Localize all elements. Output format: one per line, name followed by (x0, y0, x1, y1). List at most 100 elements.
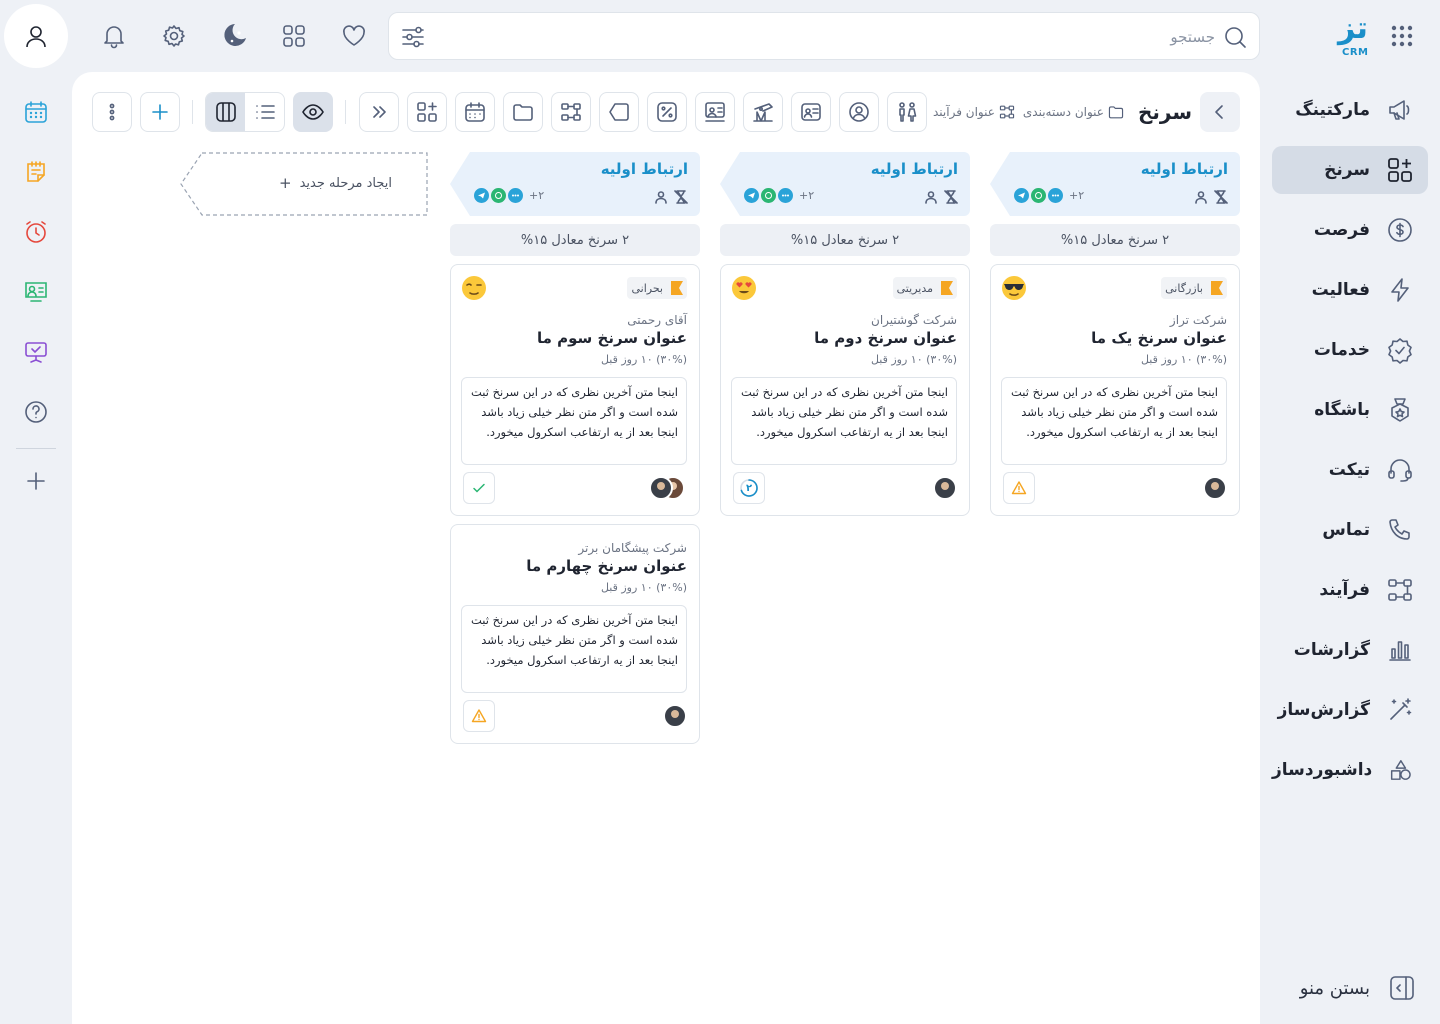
filter-sliders-icon[interactable] (399, 23, 427, 51)
theme-toggle-button[interactable] (216, 18, 252, 54)
breadcrumb-process[interactable]: عنوان فرآیند (933, 104, 1015, 120)
lead-tag-label: بازرگانی (1165, 281, 1203, 295)
lead-card[interactable]: مدیریتی شرکت گوشتیران عنوان سرنخ دوم ما … (720, 264, 970, 516)
calendar-icon (465, 102, 485, 122)
channels-more: +۲ (529, 189, 545, 202)
sidebar-item-opportunity[interactable]: فرصت (1272, 206, 1428, 254)
expand-button[interactable] (359, 92, 399, 132)
visibility-button[interactable] (293, 92, 333, 132)
club-icon (1391, 398, 1409, 422)
sidebar-item-label: خدمات (1313, 340, 1370, 360)
stage-header[interactable]: ارتباط اولیه +۲ (450, 152, 700, 216)
process-button[interactable] (551, 92, 591, 132)
sidebar-item-leads[interactable]: سرنخ (1272, 146, 1428, 194)
add-widget-button[interactable] (407, 92, 447, 132)
notes-shortcut[interactable] (16, 152, 56, 192)
widgets-button[interactable] (276, 18, 312, 54)
lead-done-button[interactable] (463, 472, 495, 504)
lead-company: آقای رحمتی (627, 313, 687, 327)
lead-last-note[interactable]: اینجا متن آخرین نظری که در این سرنخ ثبت … (461, 377, 687, 465)
id-card-button[interactable] (791, 92, 831, 132)
add-button[interactable] (140, 92, 180, 132)
sidebar-item-reports[interactable]: گزارشات (1272, 626, 1428, 674)
lead-card[interactable]: بحرانی آقای رحمتی عنوان سرنخ سوم ما (۳۰%… (450, 264, 700, 516)
process-icon (999, 105, 1015, 119)
warning-icon (471, 709, 487, 723)
kanban-view-button[interactable] (206, 93, 245, 131)
presentation-shortcut[interactable] (16, 332, 56, 372)
gender-button[interactable] (887, 92, 927, 132)
tag-button[interactable] (599, 92, 639, 132)
help-shortcut[interactable] (16, 392, 56, 432)
presentation-button[interactable] (695, 92, 735, 132)
lead-info: (۳۰%) ۱۰ روز قبل (600, 581, 687, 594)
contacts-shortcut[interactable] (16, 272, 56, 312)
toolbar: سرنخ عنوان دسته‌بندی عنوان فرآیند (92, 92, 1240, 132)
heart-icon (343, 25, 365, 46)
sidebar-item-marketing[interactable]: مارکتینگ (1272, 86, 1428, 134)
favorites-button[interactable] (336, 18, 372, 54)
lead-card[interactable]: بازرگانی شرکت تراز عنوان سرنخ یک ما (۳۰%… (990, 264, 1240, 516)
calendar-button[interactable] (455, 92, 495, 132)
discount-button[interactable] (647, 92, 687, 132)
sidebar-item-process[interactable]: فرآیند (1272, 566, 1428, 614)
lead-info: (۳۰%) ۱۰ روز قبل (870, 353, 957, 366)
sidebar-item-label: فرآیند (1319, 580, 1370, 600)
sidebar-item-services[interactable]: خدمات (1272, 326, 1428, 374)
create-stage-button[interactable]: + ایجاد مرحله جدید (180, 152, 430, 216)
telegram-icon (1014, 188, 1029, 203)
user-circle-button[interactable] (839, 92, 879, 132)
back-button[interactable] (1200, 92, 1240, 132)
toolbar-divider (192, 100, 193, 124)
lead-title: عنوان سرنخ یک ما (1091, 329, 1227, 347)
left-rail (16, 92, 56, 521)
sidebar-item-contact[interactable]: تماس (1272, 506, 1428, 554)
folder-button[interactable] (503, 92, 543, 132)
sidebar-item-club[interactable]: باشگاه (1272, 386, 1428, 434)
stage-header[interactable]: ارتباط اولیه +۲ (720, 152, 970, 216)
percent-icon (657, 102, 677, 122)
lead-last-note[interactable]: اینجا متن آخرین نظری که در این سرنخ ثبت … (1001, 377, 1227, 465)
tag-flag-icon (941, 281, 953, 295)
telegram-icon (744, 188, 759, 203)
create-stage-text: ایجاد مرحله جدید (299, 175, 392, 191)
search-icon (1225, 27, 1246, 48)
stage-column: ارتباط اولیه +۲ ۲ سرنخ معادل ۱۵% مدیریتی… (720, 152, 970, 516)
tag-shape-icon (609, 103, 629, 121)
id-card-icon (801, 103, 821, 121)
sidebar-item-label: تیکت (1328, 460, 1370, 480)
lead-warning-button[interactable] (463, 700, 495, 732)
lead-card[interactable]: شرکت پیشگامان برتر عنوان سرنخ چهارم ما (… (450, 524, 700, 744)
list-view-button[interactable] (245, 93, 284, 131)
sidebar-item-dashboard-builder[interactable]: داشبوردساز (1272, 746, 1428, 794)
stage-title: ارتباط اولیه (600, 160, 688, 178)
search-input[interactable] (475, 23, 1215, 51)
sidebar-item-report-builder[interactable]: گزارش‌ساز (1272, 686, 1428, 734)
sidebar-item-activity[interactable]: فعالیت (1272, 266, 1428, 314)
add-shortcut-button[interactable] (16, 461, 56, 501)
sidebar-nav: مارکتینگ سرنخ فرصت فعالیت خدمات باشگاه ت… (1272, 86, 1428, 806)
lead-company: شرکت پیشگامان برتر (578, 541, 687, 555)
profile-button[interactable] (4, 4, 68, 68)
notifications-button[interactable] (96, 18, 132, 54)
more-vertical-icon (109, 103, 115, 121)
close-menu-button[interactable]: بستن منو (1300, 974, 1416, 1002)
industry-button[interactable] (743, 92, 783, 132)
lead-timer-button[interactable]: ۲ (733, 472, 765, 504)
tag-flag-icon (1211, 281, 1223, 295)
breadcrumb-category[interactable]: عنوان دسته‌بندی (1023, 104, 1124, 120)
double-chevron-right-icon (373, 106, 386, 118)
warning-icon (1011, 481, 1027, 495)
timer-shortcut[interactable] (16, 212, 56, 252)
sidebar-item-ticket[interactable]: تیکت (1272, 446, 1428, 494)
lead-last-note[interactable]: اینجا متن آخرین نظری که در این سرنخ ثبت … (731, 377, 957, 465)
settings-button[interactable] (156, 18, 192, 54)
stage-header[interactable]: ارتباط اولیه +۲ (990, 152, 1240, 216)
more-options-button[interactable] (92, 92, 132, 132)
calendar-shortcut[interactable] (16, 92, 56, 132)
lead-last-note[interactable]: اینجا متن آخرین نظری که در این سرنخ ثبت … (461, 605, 687, 693)
breadcrumb-category-label: عنوان دسته‌بندی (1022, 105, 1104, 119)
lead-warning-button[interactable] (1003, 472, 1035, 504)
lead-company: شرکت تراز (1169, 313, 1227, 327)
apps-grid-icon[interactable] (1390, 24, 1414, 48)
